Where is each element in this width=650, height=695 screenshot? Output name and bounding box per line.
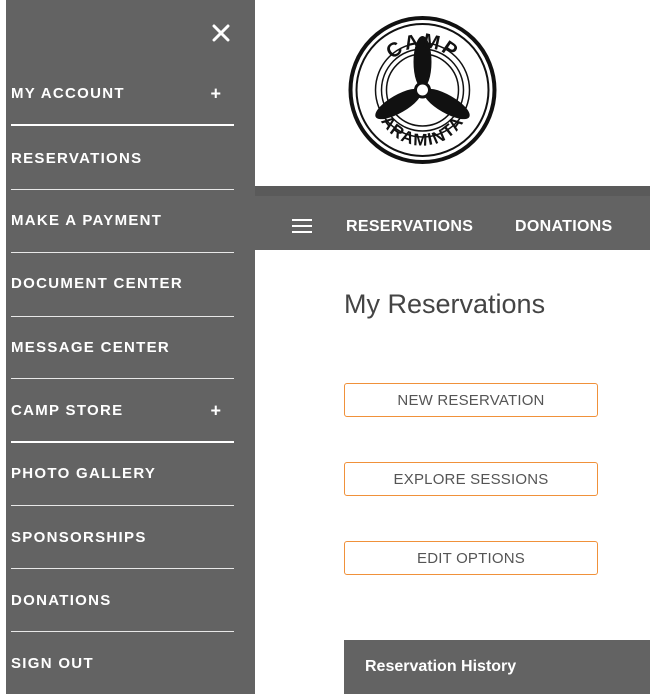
drawer-item-label: SIGN OUT (11, 655, 94, 672)
close-button[interactable] (208, 20, 234, 46)
propeller-logo-icon: CAMP ARAMINTA (348, 16, 497, 164)
explore-sessions-button[interactable]: EXPLORE SESSIONS (344, 462, 598, 496)
topbar-strip (255, 186, 650, 196)
reservation-history-title: Reservation History (365, 658, 517, 675)
drawer-item-document-center[interactable]: DOCUMENT CENTER (11, 252, 233, 315)
close-icon (212, 24, 230, 42)
expand-plus-icon[interactable]: + (210, 400, 221, 421)
nav-link-donations[interactable]: DONATIONS (515, 218, 613, 236)
new-reservation-button[interactable]: NEW RESERVATION (344, 383, 598, 417)
nav-link-reservations[interactable]: RESERVATIONS (346, 218, 473, 236)
drawer-item-message-center[interactable]: MESSAGE CENTER (11, 316, 233, 379)
edit-options-button[interactable]: EDIT OPTIONS (344, 541, 598, 575)
drawer-item-label: CAMP STORE (11, 402, 124, 419)
drawer-item-reservations[interactable]: RESERVATIONS (11, 127, 233, 190)
drawer-item-label: DOCUMENT CENTER (11, 275, 183, 292)
drawer-item-label: PHOTO GALLERY (11, 465, 157, 482)
drawer-edge (0, 0, 6, 694)
drawer-item-label: DONATIONS (11, 592, 112, 609)
drawer-item-label: MAKE A PAYMENT (11, 212, 163, 229)
drawer-item-sponsorships[interactable]: SPONSORSHIPS (11, 506, 233, 569)
drawer-item-make-a-payment[interactable]: MAKE A PAYMENT (11, 189, 233, 252)
drawer-item-donations[interactable]: DONATIONS (11, 569, 233, 632)
drawer-item-my-account[interactable]: MY ACCOUNT + (11, 62, 233, 125)
drawer-item-label: SPONSORSHIPS (11, 529, 147, 546)
drawer-item-camp-store[interactable]: CAMP STORE + (11, 379, 233, 442)
expand-plus-icon[interactable]: + (210, 83, 221, 104)
hamburger-menu-icon[interactable] (292, 219, 312, 235)
drawer-item-label: RESERVATIONS (11, 150, 143, 167)
drawer-item-label: MY ACCOUNT (11, 85, 125, 102)
page-title: My Reservations (344, 289, 546, 319)
side-drawer: MY ACCOUNT + RESERVATIONS MAKE A PAYMENT… (0, 0, 255, 694)
drawer-item-sign-out[interactable]: SIGN OUT (11, 632, 233, 695)
camp-araminta-logo[interactable]: CAMP ARAMINTA (345, 10, 500, 170)
drawer-item-label: MESSAGE CENTER (11, 339, 171, 356)
divider (11, 124, 234, 126)
reservation-history-header[interactable]: Reservation History (344, 640, 650, 694)
drawer-item-photo-gallery[interactable]: PHOTO GALLERY (11, 442, 233, 505)
top-nav-bar: RESERVATIONS DONATIONS (255, 186, 650, 250)
